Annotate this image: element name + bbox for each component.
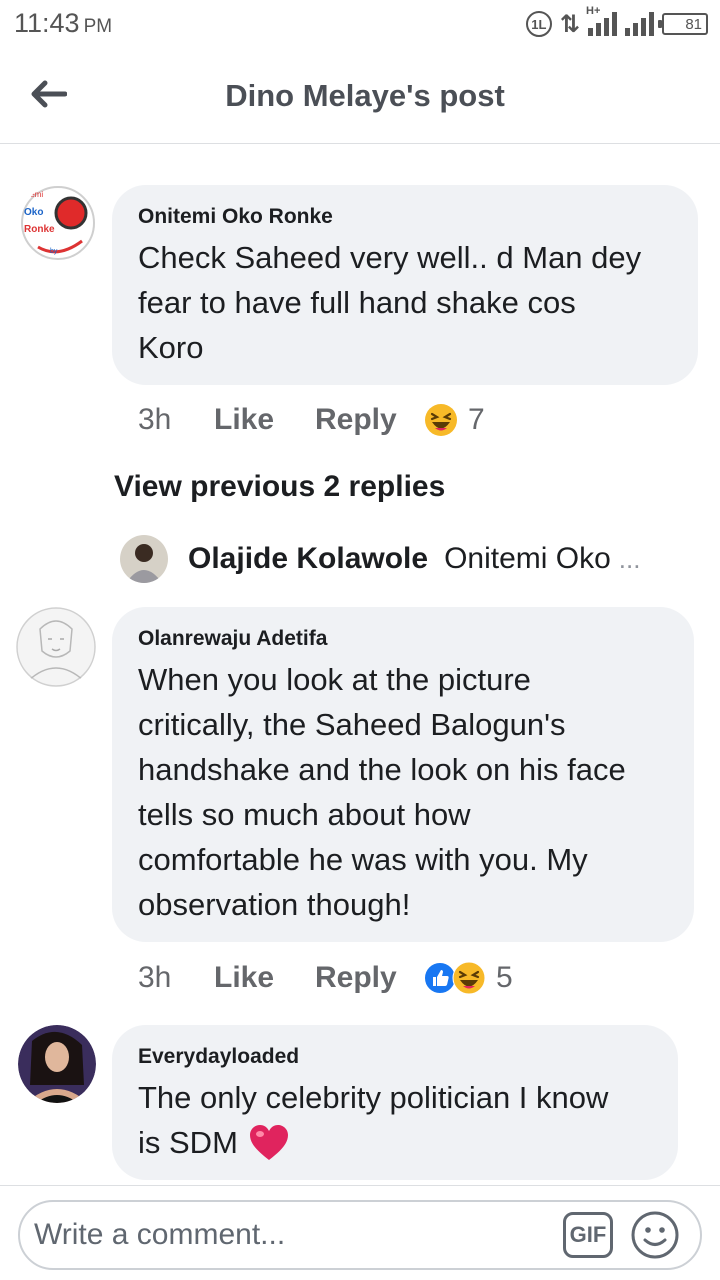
comment-author[interactable]: Onitemi Oko Ronke: [138, 205, 333, 229]
comment-text: The only celebrity politician I know is …: [138, 1075, 608, 1165]
like-button[interactable]: Like: [214, 403, 315, 437]
status-bar: 11:43 PM 1L ⇅ H+ 81: [0, 0, 720, 50]
comment-line: Check Saheed very well.. d Man dey: [138, 240, 642, 275]
comment-actions: 3h Like Reply 5: [138, 956, 513, 1000]
network-type: H+: [586, 5, 601, 17]
avatar-text-3: Ronke: [24, 224, 55, 235]
comment-actions: 3h Like Reply 7: [138, 398, 485, 442]
avatar[interactable]: temi Oko Ronke by: [20, 185, 96, 261]
reply-author[interactable]: Olajide Kolawole: [188, 542, 428, 576]
smiley-icon[interactable]: [630, 1210, 680, 1260]
heart-icon: [249, 1124, 288, 1160]
view-previous-replies[interactable]: View previous 2 replies: [114, 470, 445, 504]
comment-line: comfortable he was with you. My: [138, 842, 588, 877]
like-button[interactable]: Like: [214, 961, 315, 995]
avatar-onitemi-image: temi Oko Ronke by: [21, 186, 95, 260]
composer-bar: GIF: [0, 1185, 720, 1280]
reaction-count: 7: [468, 403, 485, 436]
status-time-value: 11:43: [14, 8, 80, 38]
comment-text: Check Saheed very well.. d Man dey fear …: [138, 235, 641, 370]
comment-line: When you look at the picture: [138, 662, 531, 697]
comment-time: 3h: [138, 961, 172, 994]
comment-author[interactable]: Olanrewaju Adetifa: [138, 627, 327, 651]
comment-line: fear to have full hand shake cos: [138, 285, 576, 320]
status-time: 11:43 PM: [14, 8, 112, 39]
reactions[interactable]: 5: [424, 961, 513, 995]
avatar-olanrewaju-image: [16, 607, 96, 687]
avatar-text-1: temi: [28, 190, 43, 199]
reply-button[interactable]: Reply: [315, 961, 424, 995]
status-ampm: PM: [83, 16, 113, 37]
comment-text: When you look at the picture critically,…: [138, 657, 626, 927]
header: Dino Melaye's post: [0, 50, 720, 144]
reply-button[interactable]: Reply: [315, 403, 424, 437]
avatar[interactable]: [18, 1025, 96, 1103]
avatar[interactable]: [16, 607, 96, 687]
network-label-icon: 1L: [525, 11, 552, 37]
haha-emoji-icon: [452, 961, 486, 995]
comment-line-text: is SDM: [138, 1125, 238, 1160]
signal-icon-2: [625, 12, 654, 36]
avatar-text-2: Oko: [24, 207, 43, 218]
comment-line: is SDM: [138, 1120, 608, 1165]
data-arrows-icon: ⇅: [559, 10, 580, 38]
comment-line: observation though!: [138, 887, 411, 922]
gif-button[interactable]: GIF: [563, 1212, 613, 1258]
comment-line: handshake and the look on his face: [138, 752, 626, 787]
reply-ellipsis: ...: [618, 543, 641, 574]
reply-preview[interactable]: Olajide Kolawole Onitemi Oko ...: [120, 535, 640, 583]
page-title: Dino Melaye's post: [225, 78, 505, 113]
comment-time: 3h: [138, 403, 172, 436]
comment-line: The only celebrity politician I know: [138, 1080, 609, 1115]
avatar-text-4: by: [50, 248, 58, 255]
comment-composer[interactable]: GIF: [18, 1200, 702, 1270]
avatar-everydayloaded-image: [18, 1025, 96, 1103]
comment-line: critically, the Saheed Balogun's: [138, 707, 566, 742]
reactions[interactable]: 7: [424, 403, 485, 437]
reply-text: Onitemi Oko: [444, 542, 611, 575]
haha-emoji-icon: [425, 404, 457, 436]
comment-author[interactable]: Everydayloaded: [138, 1045, 299, 1069]
status-icons: 1L ⇅ H+ 81: [525, 5, 708, 40]
battery-icon: 81: [658, 13, 708, 35]
comment-input[interactable]: [34, 1208, 554, 1262]
comment-line: Koro: [138, 330, 204, 365]
signal-icon-1: H+: [586, 5, 617, 36]
avatar[interactable]: [120, 535, 168, 583]
reaction-count: 5: [496, 961, 513, 994]
comment-line: tells so much about how: [138, 797, 471, 832]
